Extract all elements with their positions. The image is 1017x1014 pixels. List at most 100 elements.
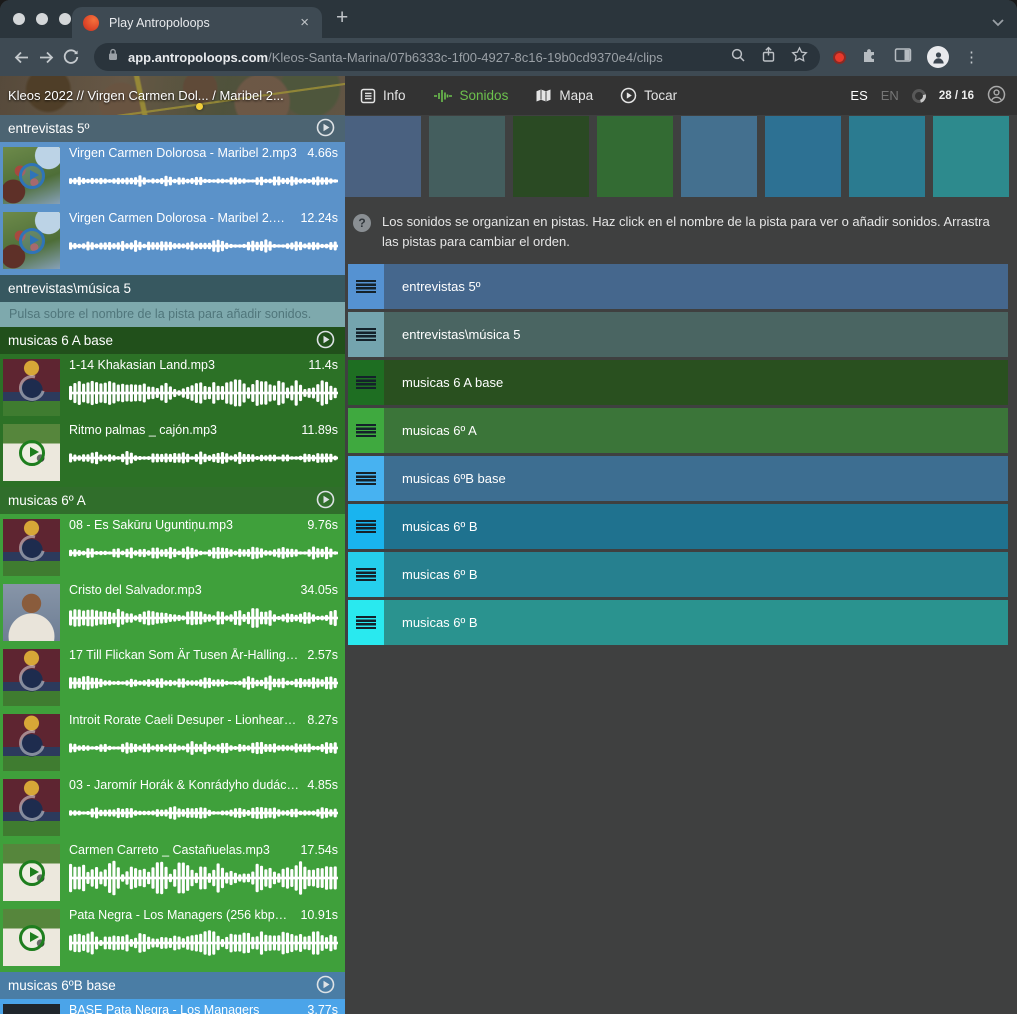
track-name-button[interactable]: entrevistas 5º	[384, 264, 1008, 309]
audio-clip[interactable]: Pata Negra - Los Managers (256 kbps).mp3…	[3, 907, 345, 969]
profile-avatar[interactable]	[927, 46, 949, 68]
clip-thumbnail[interactable]	[3, 844, 60, 901]
clip-thumbnail[interactable]	[3, 649, 60, 706]
bookmark-star-icon[interactable]	[791, 46, 808, 68]
clip-thumbnail[interactable]	[3, 519, 60, 576]
drag-grip-icon	[356, 616, 376, 629]
reload-button[interactable]	[62, 48, 80, 66]
track-drag-handle[interactable]	[348, 408, 384, 453]
track-color-square[interactable]	[933, 116, 1009, 197]
track-color-square[interactable]	[597, 116, 673, 197]
minimize-window-button[interactable]	[36, 13, 48, 25]
play-track-icon[interactable]	[316, 118, 335, 140]
track-name: musicas 6 A base	[402, 375, 503, 390]
clip-thumbnail[interactable]	[3, 714, 60, 771]
audio-clip[interactable]: Virgen Carmen Dolorosa - Maribel 2.mp34.…	[3, 145, 345, 207]
track-name-button[interactable]: musicas 6º B	[384, 600, 1008, 645]
tab-tocar[interactable]: Tocar	[620, 87, 677, 104]
audio-clip[interactable]: Introit Rorate Caeli Desuper - Lionheart…	[3, 712, 345, 774]
track-drag-handle[interactable]	[348, 456, 384, 501]
clip-meta: 08 - Es Sakūru Uguntiņu.mp39.76s	[60, 517, 345, 579]
forward-button[interactable]	[37, 48, 56, 67]
lock-icon[interactable]	[106, 47, 120, 67]
track-color-square[interactable]	[765, 116, 841, 197]
audio-clip[interactable]: Virgen Carmen Dolorosa - Maribel 2.mp312…	[3, 210, 345, 272]
tab-sonidos[interactable]: Sonidos	[433, 88, 509, 104]
track-name-button[interactable]: musicas 6º A	[384, 408, 1008, 453]
clip-thumbnail[interactable]	[3, 359, 60, 416]
track-drag-handle[interactable]	[348, 552, 384, 597]
track-section-header[interactable]: musicas 6º A	[0, 487, 345, 514]
track-drag-handle[interactable]	[348, 264, 384, 309]
clip-thumbnail[interactable]	[3, 147, 60, 204]
tab-mapa-label: Mapa	[559, 88, 593, 103]
breadcrumb[interactable]: Kleos 2022 // Virgen Carmen Dol... / Mar…	[0, 76, 345, 115]
track-color-square[interactable]	[345, 116, 421, 197]
track-drag-handle[interactable]	[348, 504, 384, 549]
audio-clip[interactable]: 08 - Es Sakūru Uguntiņu.mp39.76s	[3, 517, 345, 579]
track-color-square[interactable]	[681, 116, 757, 197]
clip-thumbnail[interactable]	[3, 1004, 60, 1014]
clip-thumbnail[interactable]	[3, 424, 60, 481]
clip-meta: Virgen Carmen Dolorosa - Maribel 2.mp34.…	[60, 145, 345, 207]
track-drag-handle[interactable]	[348, 312, 384, 357]
track-section-header[interactable]: entrevistas\música 5	[0, 275, 345, 302]
play-overlay-icon	[14, 530, 50, 566]
back-button[interactable]	[12, 48, 31, 67]
track-color-square[interactable]	[429, 116, 505, 197]
map-pin-icon	[196, 103, 203, 110]
track-section-header[interactable]: musicas 6 A base	[0, 327, 345, 354]
account-icon[interactable]	[987, 85, 1006, 107]
tracks-main-panel: ? Los sonidos se organizan en pistas. Ha…	[345, 115, 1017, 645]
address-bar[interactable]: app.antropoloops.com/Kleos-Santa-Marina/…	[94, 43, 820, 71]
lang-en-button[interactable]: EN	[881, 88, 899, 103]
drag-grip-icon	[356, 376, 376, 389]
extensions-puzzle-icon[interactable]	[861, 46, 879, 69]
clip-meta: 03 - Jaromír Horák & Konrádyho dudácká .…	[60, 777, 345, 839]
track-name-button[interactable]: musicas 6º B	[384, 504, 1008, 549]
tab-info[interactable]: Info	[360, 88, 406, 104]
clip-duration: 11.89s	[301, 423, 338, 437]
lang-es-button[interactable]: ES	[850, 88, 867, 103]
audio-clip[interactable]: Carmen Carreto _ Castañuelas.mp317.54s	[3, 842, 345, 904]
clip-meta: Virgen Carmen Dolorosa - Maribel 2.mp312…	[60, 210, 345, 272]
track-section-header[interactable]: entrevistas 5º	[0, 115, 345, 142]
close-window-button[interactable]	[13, 13, 25, 25]
track-color-square[interactable]	[849, 116, 925, 197]
track-name-button[interactable]: entrevistas\música 5	[384, 312, 1008, 357]
track-name: musicas 6º A	[402, 423, 477, 438]
audio-clip[interactable]: Ritmo palmas _ cajón.mp311.89s	[3, 422, 345, 484]
track-name-button[interactable]: musicas 6 A base	[384, 360, 1008, 405]
clip-thumbnail[interactable]	[3, 909, 60, 966]
audio-clip[interactable]: 1-14 Khakasian Land.mp311.4s	[3, 357, 345, 419]
recording-extension-icon[interactable]	[833, 51, 846, 64]
zoom-page-icon[interactable]	[730, 47, 746, 68]
clip-thumbnail[interactable]	[3, 779, 60, 836]
track-name-button[interactable]: musicas 6º B	[384, 552, 1008, 597]
tab-close-icon[interactable]: ×	[298, 15, 311, 30]
browser-menu-icon[interactable]: ⋮	[964, 48, 979, 66]
share-icon[interactable]	[761, 46, 776, 68]
browser-tab[interactable]: Play Antropoloops ×	[72, 7, 322, 38]
waveform	[69, 533, 338, 573]
play-track-icon[interactable]	[316, 330, 335, 352]
play-track-icon[interactable]	[316, 975, 335, 997]
track-section-header[interactable]: musicas 6ºB base	[0, 972, 345, 999]
tab-mapa[interactable]: Mapa	[535, 88, 593, 103]
clip-thumbnail[interactable]	[3, 212, 60, 269]
new-tab-button[interactable]: +	[336, 6, 348, 30]
clip-header: Carmen Carreto _ Castañuelas.mp317.54s	[69, 843, 338, 857]
tab-search-chevron-icon[interactable]	[992, 14, 1004, 32]
zoom-window-button[interactable]	[59, 13, 71, 25]
clip-thumbnail[interactable]	[3, 584, 60, 641]
side-panel-icon[interactable]	[894, 47, 912, 68]
audio-clip[interactable]: 03 - Jaromír Horák & Konrádyho dudácká .…	[3, 777, 345, 839]
audio-clip[interactable]: 17 Till Flickan Som Är Tusen År-Halling …	[3, 647, 345, 709]
track-drag-handle[interactable]	[348, 360, 384, 405]
play-track-icon[interactable]	[316, 490, 335, 512]
track-color-square[interactable]	[513, 116, 589, 197]
track-drag-handle[interactable]	[348, 600, 384, 645]
audio-clip[interactable]: Cristo del Salvador.mp334.05s	[3, 582, 345, 644]
track-name-button[interactable]: musicas 6ºB base	[384, 456, 1008, 501]
audio-clip[interactable]: BASE Pata Negra - Los Managers3.77s	[3, 1002, 345, 1014]
